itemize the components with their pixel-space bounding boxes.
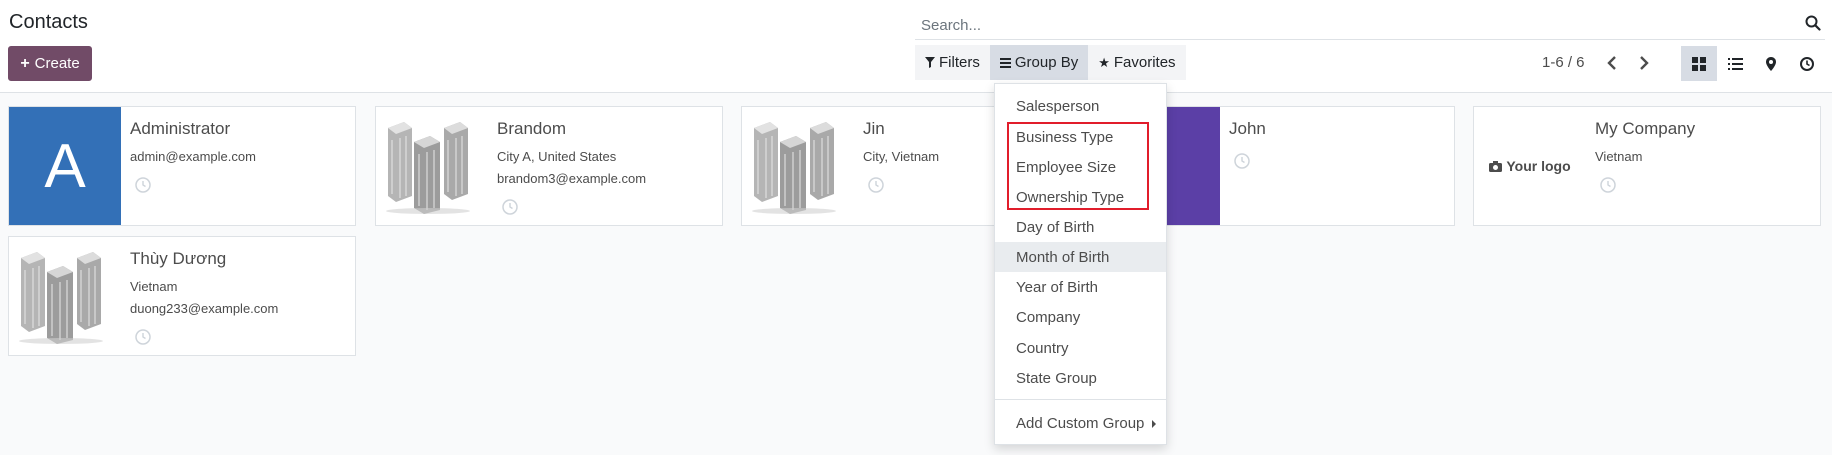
contact-address: Vietnam <box>130 279 178 294</box>
pager-next-button[interactable] <box>1631 50 1657 76</box>
contact-email: duong233@example.com <box>130 301 279 316</box>
activity-clock-icon[interactable] <box>1234 153 1250 169</box>
list-icon <box>1727 57 1743 70</box>
contact-email: brandom3@example.com <box>497 171 647 186</box>
pager-previous-button[interactable] <box>1599 50 1625 76</box>
highlight-box <box>1007 122 1149 210</box>
map-view-button[interactable] <box>1753 46 1789 81</box>
favorites-button[interactable]: ★ Favorites <box>1088 45 1186 80</box>
company-logo: Your logo <box>1474 107 1586 225</box>
contact-address: City, Vietnam <box>863 149 940 164</box>
contact-card[interactable]: A Administrator admin@example.com <box>8 106 356 226</box>
group-by-option-salesperson[interactable]: Salesperson <box>995 91 1166 121</box>
contact-name: Brandom <box>497 119 566 138</box>
page-title: Contacts <box>9 11 88 33</box>
contact-name: My Company <box>1595 119 1696 138</box>
list-view-button[interactable] <box>1717 46 1753 81</box>
group-by-button[interactable]: Group By <box>989 45 1089 80</box>
view-switcher <box>1681 46 1825 81</box>
activity-view-button[interactable] <box>1789 46 1825 81</box>
activity-clock-icon[interactable] <box>1600 177 1616 193</box>
map-marker-icon <box>1766 56 1776 71</box>
bars-icon <box>999 57 1011 68</box>
group-by-option-state-group[interactable]: State Group <box>995 363 1166 393</box>
contact-name: Jin <box>863 119 885 138</box>
group-by-label: Group By <box>1014 54 1079 71</box>
activity-clock-icon[interactable] <box>135 177 151 193</box>
search-icon[interactable] <box>1805 15 1821 31</box>
contact-card[interactable]: Your logo My Company Vietnam <box>1473 106 1821 226</box>
add-custom-group-button[interactable]: Add Custom Group <box>995 408 1166 438</box>
contact-name: Thùy Dương <box>130 249 227 268</box>
control-panel: Contacts + Create Filters Group By ★ Fav… <box>0 0 1832 93</box>
avatar: A <box>9 107 121 225</box>
group-by-option-month-of-birth[interactable]: Month of Birth <box>995 242 1166 272</box>
create-label: Create <box>34 55 80 72</box>
activity-clock-icon[interactable] <box>502 199 518 215</box>
kanban-icon <box>1692 56 1706 71</box>
filters-label: Filters <box>939 54 980 71</box>
chevron-left-icon <box>1607 56 1616 70</box>
plus-icon: + <box>20 54 30 72</box>
camera-icon <box>1489 160 1503 172</box>
contact-address: City A, United States <box>497 149 617 164</box>
filters-button[interactable]: Filters <box>915 45 990 80</box>
filter-icon <box>925 57 935 68</box>
favorites-label: Favorites <box>1113 54 1176 71</box>
kanban-view-button[interactable] <box>1681 46 1717 81</box>
create-button[interactable]: + Create <box>8 46 92 81</box>
contact-address: Vietnam <box>1595 149 1643 164</box>
company-buildings-icon <box>9 237 121 355</box>
search-input[interactable] <box>915 12 1775 38</box>
chevron-right-icon <box>1640 56 1649 70</box>
pager-value[interactable]: 1-6 / 6 <box>1542 54 1585 71</box>
contact-card[interactable]: Thùy Dương Vietnam duong233@example.com <box>8 236 356 356</box>
filter-bar: Filters Group By ★ Favorites <box>915 45 1186 80</box>
clock-icon <box>1800 56 1814 71</box>
activity-clock-icon[interactable] <box>868 177 884 193</box>
contact-email: admin@example.com <box>130 149 256 164</box>
group-by-option-country[interactable]: Country <box>995 333 1166 363</box>
add-custom-group-label: Add Custom Group <box>1016 414 1145 432</box>
group-by-option-day-of-birth[interactable]: Day of Birth <box>995 212 1166 242</box>
dropdown-divider <box>995 399 1166 400</box>
contact-card[interactable]: Brandom City A, United States brandom3@e… <box>375 106 723 226</box>
company-buildings-icon <box>376 107 488 225</box>
contact-name: Administrator <box>130 119 231 138</box>
star-icon: ★ <box>1098 54 1110 70</box>
group-by-option-year-of-birth[interactable]: Year of Birth <box>995 272 1166 302</box>
avatar-letter: A <box>9 107 121 225</box>
company-buildings-icon <box>742 107 854 225</box>
activity-clock-icon[interactable] <box>135 329 151 345</box>
group-by-option-company[interactable]: Company <box>995 302 1166 332</box>
caret-right-icon <box>1152 420 1156 428</box>
logo-placeholder-text: Your logo <box>1506 158 1571 174</box>
contact-name: John <box>1229 119 1266 138</box>
search-box <box>915 12 1825 40</box>
